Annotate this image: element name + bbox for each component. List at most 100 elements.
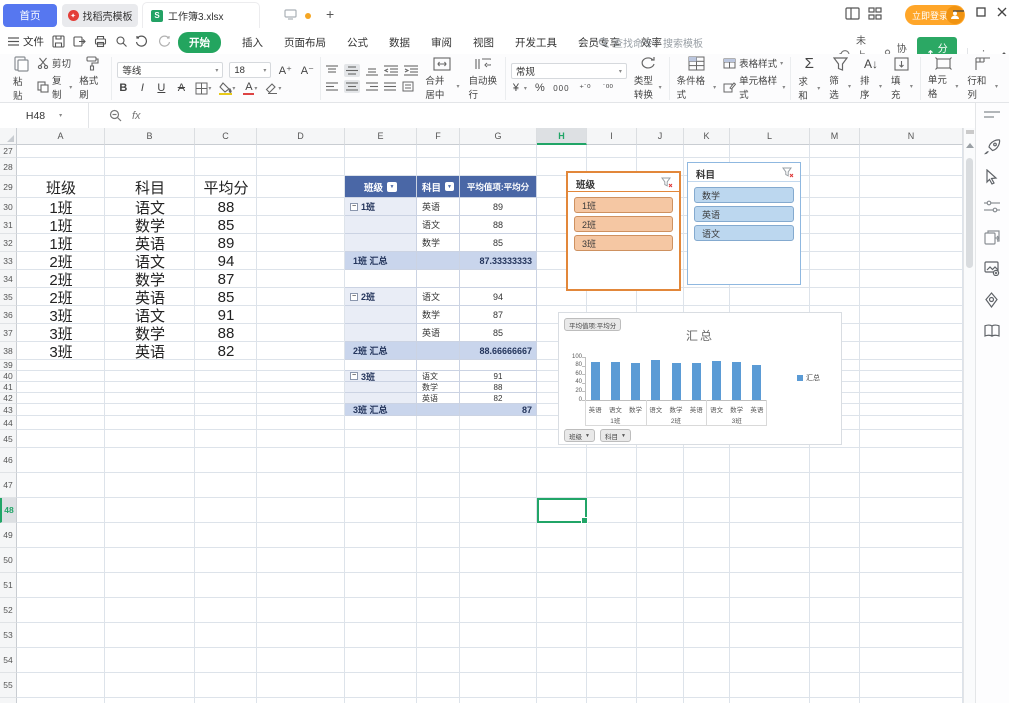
vertical-scrollbar[interactable] [963, 128, 975, 703]
cursor-select-icon[interactable] [984, 169, 999, 185]
column-header-J[interactable]: J [637, 128, 684, 145]
cell[interactable]: 85 [195, 288, 257, 306]
pivot-cell[interactable] [345, 234, 417, 252]
pivot-cell[interactable]: 英语 [417, 393, 460, 404]
slicer-item[interactable]: 数学 [694, 187, 794, 203]
font-name-select[interactable]: 等线▾ [117, 62, 223, 78]
column-header-I[interactable]: I [587, 128, 637, 145]
row-header-41[interactable]: 41 [0, 382, 17, 393]
sum-button[interactable]: Σ 求和▾ [796, 55, 822, 102]
pivot-cell[interactable]: 语文 [417, 371, 460, 382]
grow-font-button[interactable]: A⁺ [277, 64, 293, 77]
row-header-34[interactable]: 34 [0, 270, 17, 288]
export-icon[interactable] [73, 35, 86, 48]
cell-header[interactable]: 平均分 [195, 176, 257, 198]
align-middle-icon[interactable] [344, 64, 360, 77]
pivot-cell[interactable]: 3班 汇总 [345, 404, 417, 416]
chart-axis-field-button[interactable]: 科目▼ [600, 429, 631, 442]
pivot-field-dropdown-icon[interactable]: ▼ [387, 182, 397, 192]
slicer-item[interactable]: 3班 [574, 235, 673, 251]
copy-button[interactable]: 复制▾ [37, 73, 72, 101]
ribbon-tab-插入[interactable]: 插入 [242, 35, 263, 50]
cell[interactable]: 英语 [105, 234, 195, 252]
pivot-cell[interactable]: −3班 [345, 371, 417, 382]
file-menu-button[interactable]: 文件 [8, 34, 44, 49]
chart-bar[interactable] [692, 363, 701, 400]
zoom-formula-icon[interactable] [109, 109, 122, 122]
column-header-B[interactable]: B [105, 128, 195, 145]
row-header-53[interactable]: 53 [0, 623, 17, 648]
pivot-cell[interactable]: 语文 [417, 216, 460, 234]
pivot-cell[interactable]: −2班 [345, 288, 417, 306]
pivot-cell[interactable] [417, 252, 460, 270]
chart-bar[interactable] [752, 365, 761, 400]
pivot-cell[interactable]: 数学 [417, 382, 460, 393]
column-header-K[interactable]: K [684, 128, 730, 145]
column-header-C[interactable]: C [195, 128, 257, 145]
pivot-cell[interactable]: 94 [460, 288, 537, 306]
sidebar-menu-icon[interactable] [984, 111, 1000, 119]
save-icon[interactable] [52, 35, 65, 48]
ribbon-tab-审阅[interactable]: 审阅 [431, 35, 452, 50]
pivot-cell[interactable] [460, 360, 537, 371]
cell[interactable]: 3班 [17, 306, 105, 324]
pivot-cell[interactable] [345, 270, 417, 288]
row-header-35[interactable]: 35 [0, 288, 17, 306]
pivot-cell[interactable]: 85 [460, 234, 537, 252]
row-header-30[interactable]: 30 [0, 198, 17, 216]
percent-button[interactable]: % [534, 82, 546, 94]
row-header-37[interactable]: 37 [0, 324, 17, 342]
tab-workbook[interactable]: S 工作簿3.xlsx [142, 2, 260, 28]
cell[interactable]: 语文 [105, 306, 195, 324]
pivot-cell[interactable]: 数学 [417, 234, 460, 252]
ribbon-tab-视图[interactable]: 视图 [473, 35, 494, 50]
selected-cell[interactable] [537, 498, 587, 523]
font-color-icon[interactable]: A▾ [243, 81, 257, 95]
column-header-G[interactable]: G [460, 128, 537, 145]
pivot-cell[interactable]: 89 [460, 198, 537, 216]
row-header-29[interactable]: 29 [0, 176, 17, 198]
slicer-item[interactable]: 2班 [574, 216, 673, 232]
row-header-43[interactable]: 43 [0, 404, 17, 416]
increase-decimal-button[interactable]: ⁺˙⁰ [577, 83, 593, 94]
cell[interactable]: 英语 [105, 288, 195, 306]
scrollbar-thumb[interactable] [966, 158, 973, 268]
tab-docer-templates[interactable]: ✦ 找稻壳模板 [62, 4, 138, 27]
print-preview-icon[interactable] [115, 35, 128, 48]
new-tab-button[interactable]: + [326, 6, 334, 22]
cell-header[interactable]: 班级 [17, 176, 105, 198]
cell[interactable]: 2班 [17, 270, 105, 288]
row-header-32[interactable]: 32 [0, 234, 17, 252]
row-header-39[interactable]: 39 [0, 360, 17, 371]
scroll-up-icon[interactable] [966, 143, 974, 148]
rows-cols-button[interactable]: 行和列▾ [965, 57, 1000, 101]
cell[interactable]: 1班 [17, 216, 105, 234]
chart-bar[interactable] [672, 363, 681, 400]
font-size-select[interactable]: 18▾ [229, 62, 271, 78]
column-header-E[interactable]: E [345, 128, 417, 145]
column-header-L[interactable]: L [730, 128, 810, 145]
filter-button[interactable]: 筛选▾ [827, 57, 853, 101]
select-all-corner[interactable] [0, 128, 17, 145]
redo-icon[interactable] [157, 35, 170, 47]
layout-switch-icon[interactable] [845, 7, 860, 20]
pivot-cell[interactable] [345, 324, 417, 342]
row-header-55[interactable]: 55 [0, 673, 17, 698]
row-header-49[interactable]: 49 [0, 523, 17, 548]
pivot-cell[interactable] [345, 306, 417, 324]
eraser-icon[interactable]: ▾ [265, 83, 281, 94]
cell[interactable]: 82 [195, 342, 257, 360]
command-search[interactable]: 查找命令、搜索模板 [598, 35, 703, 50]
pivot-cell[interactable]: 班级▼ [345, 176, 417, 198]
pivot-cell[interactable]: −1班 [345, 198, 417, 216]
cell[interactable]: 数学 [105, 324, 195, 342]
align-top-icon[interactable] [326, 65, 338, 76]
pivot-cell[interactable]: 科目▼ [417, 176, 460, 198]
slicer-item[interactable]: 英语 [694, 206, 794, 222]
underline-button[interactable]: U [155, 82, 167, 94]
pivot-cell[interactable] [345, 360, 417, 371]
currency-button[interactable]: ¥▾ [511, 82, 527, 94]
row-header-42[interactable]: 42 [0, 393, 17, 404]
row-header-33[interactable]: 33 [0, 252, 17, 270]
print-icon[interactable] [94, 35, 107, 48]
